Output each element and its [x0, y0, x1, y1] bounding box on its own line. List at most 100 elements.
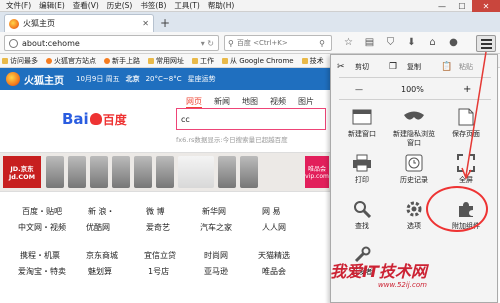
site-link[interactable]: 天猫精选: [258, 250, 290, 261]
minimize-button[interactable]: —: [432, 0, 452, 12]
cut-button[interactable]: 剪切: [355, 62, 369, 72]
highlight-circle: [426, 186, 488, 232]
print-item[interactable]: 打印: [335, 149, 389, 195]
jd-logo[interactable]: JD.京东 Jd.COM: [3, 156, 41, 188]
site-link[interactable]: 宜信立贷: [144, 250, 176, 261]
site-link[interactable]: 汽车之家: [200, 222, 232, 233]
search-input[interactable]: [236, 39, 320, 47]
phone-image[interactable]: [112, 156, 130, 188]
options-icon: [403, 199, 425, 219]
new-tab-button[interactable]: +: [158, 16, 172, 30]
private-window-icon: [403, 107, 425, 127]
site-link[interactable]: 新华网: [202, 206, 226, 217]
save-page-item[interactable]: 保存页面: [439, 103, 493, 149]
history-item[interactable]: 历史记录: [387, 149, 441, 195]
zoom-level[interactable]: 100%: [401, 85, 424, 94]
find-item[interactable]: 查找: [335, 195, 389, 241]
bookmark-item[interactable]: 工作: [192, 56, 214, 66]
copy-icon[interactable]: ❐: [389, 62, 397, 72]
site-link[interactable]: 爱奇艺: [146, 222, 170, 233]
bookmark-item[interactable]: 新手上路: [104, 56, 140, 66]
menu-bookmarks[interactable]: 书签(B): [136, 0, 170, 11]
home-icon[interactable]: ⌂: [422, 36, 443, 50]
paste-icon[interactable]: 📋: [441, 62, 452, 72]
site-link[interactable]: 1号店: [148, 266, 169, 277]
baidu-search-box[interactable]: [176, 108, 326, 130]
site-link[interactable]: 百度・贴吧: [22, 206, 62, 217]
navigation-bar: about:cehome ▾ ↻ ⚲ ⚲ ☆ ▤ ⛉ ⬇ ⌂ ●: [0, 32, 500, 54]
site-link[interactable]: 新 浪・: [88, 206, 115, 217]
download-icon[interactable]: ⬇: [401, 36, 422, 50]
bookmark-item[interactable]: 火狐官方站点: [46, 56, 96, 66]
maximize-button[interactable]: ☐: [452, 0, 472, 12]
chat-icon[interactable]: ●: [443, 36, 464, 50]
bookmark-item[interactable]: 常用网址: [148, 56, 184, 66]
menu-help[interactable]: 帮助(H): [204, 0, 239, 11]
watermark-text: 我爱IT技术网: [330, 262, 427, 281]
zoom-in-button[interactable]: +: [463, 84, 471, 95]
zoom-out-button[interactable]: —: [355, 85, 363, 94]
save-page-icon: [455, 107, 477, 127]
menu-view[interactable]: 查看(V): [69, 0, 103, 11]
reading-list-icon[interactable]: ▤: [359, 36, 380, 50]
site-link[interactable]: 携程・机票: [20, 250, 60, 261]
menu-file[interactable]: 文件(F): [2, 0, 35, 11]
city-text[interactable]: 北京: [126, 74, 140, 84]
new-window-item[interactable]: 新建窗口: [335, 103, 389, 149]
bookmark-item[interactable]: 访问最多: [2, 56, 38, 66]
search-go-icon[interactable]: ⚲: [319, 39, 325, 48]
phone-image[interactable]: [90, 156, 108, 188]
history-icon: [403, 153, 425, 173]
site-link[interactable]: 唯品会: [262, 266, 286, 277]
private-window-item[interactable]: 新建隐私浏览 窗口: [387, 103, 441, 149]
tab-close-icon[interactable]: ✕: [142, 19, 149, 28]
bookmark-item[interactable]: 从 Google Chrome: [222, 56, 294, 66]
site-link[interactable]: 微 博: [146, 206, 165, 217]
constellation-link[interactable]: 星座运势: [188, 74, 216, 84]
close-window-button[interactable]: ✕: [472, 0, 500, 12]
folder-icon: [148, 57, 154, 64]
divider: [339, 77, 491, 78]
search-bar[interactable]: ⚲ ⚲: [224, 35, 332, 51]
globe-icon: [9, 38, 18, 48]
site-link[interactable]: 时尚网: [204, 250, 228, 261]
menu-history[interactable]: 历史(S): [103, 0, 137, 11]
tab-firefox-home[interactable]: 火狐主页 ✕: [4, 14, 154, 32]
phone-image[interactable]: [218, 156, 236, 188]
search-engine-icon[interactable]: ⚲: [228, 39, 234, 48]
menu-edit[interactable]: 编辑(E): [35, 0, 69, 11]
weather-text[interactable]: 20°C~8°C: [146, 75, 182, 83]
ad-banner[interactable]: JD.京东 Jd.COM 唯品会 vip.com: [0, 152, 330, 192]
site-link[interactable]: 爱淘宝・特卖: [18, 266, 66, 277]
phone-image[interactable]: [134, 156, 152, 188]
hamburger-menu-button[interactable]: [476, 35, 496, 52]
phone-image[interactable]: [156, 156, 174, 188]
phone-image[interactable]: [46, 156, 64, 188]
copy-button[interactable]: 复制: [407, 62, 421, 72]
vip-logo[interactable]: 唯品会 vip.com: [305, 156, 329, 188]
bookmark-star-icon[interactable]: ☆: [338, 36, 359, 50]
site-link[interactable]: 网 易: [262, 206, 281, 217]
paste-button[interactable]: 粘贴: [459, 62, 473, 72]
menu-tools[interactable]: 工具(T): [170, 0, 203, 11]
url-text[interactable]: about:cehome: [22, 39, 201, 48]
site-link[interactable]: 魅划算: [88, 266, 112, 277]
pocket-icon[interactable]: ⛉: [380, 36, 401, 50]
site-link[interactable]: 人人网: [262, 222, 286, 233]
appliance-image[interactable]: [178, 156, 214, 188]
search-tip: fx6.rs数据显示:今日搜索量已超越百度: [176, 136, 288, 144]
baidu-search-input[interactable]: [181, 114, 321, 124]
folder-icon: [301, 57, 308, 64]
url-bar[interactable]: about:cehome ▾ ↻: [4, 35, 219, 51]
site-link[interactable]: 中文网・视频: [18, 222, 66, 233]
phone-image[interactable]: [240, 156, 258, 188]
folder-icon: [2, 57, 8, 64]
site-link[interactable]: 京东商城: [86, 250, 118, 261]
phone-image[interactable]: [68, 156, 86, 188]
site-link[interactable]: 优酷网: [86, 222, 110, 233]
reload-icon[interactable]: ▾ ↻: [201, 39, 214, 48]
bookmark-item[interactable]: 技术: [301, 56, 324, 66]
cut-icon[interactable]: ✂: [337, 62, 345, 72]
search-area: Bai 百度 网页 新闻 地图 视频 图片 fx6.rs数据显示:今日搜索量已超…: [0, 90, 330, 152]
site-link[interactable]: 亚马逊: [204, 266, 228, 277]
